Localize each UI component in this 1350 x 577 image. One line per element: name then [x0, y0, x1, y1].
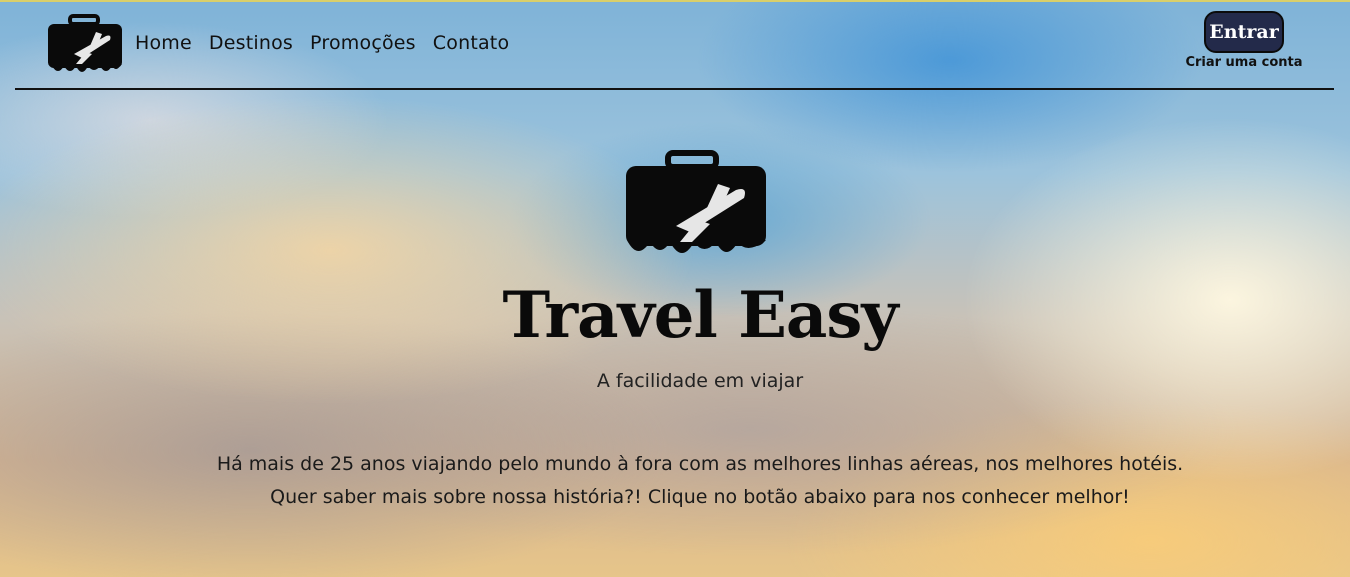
suitcase-airplane-icon	[624, 150, 770, 270]
nav-links: Home Destinos Promoções Contato	[135, 32, 509, 54]
navbar: Home Destinos Promoções Contato Entrar C…	[0, 0, 1350, 92]
login-button[interactable]: Entrar	[1204, 11, 1284, 53]
hero-description-line-2: Quer saber mais sobre nossa história?! C…	[270, 486, 1130, 508]
hero-subtitle: A facilidade em viajar	[596, 370, 804, 392]
signup-link[interactable]: Criar uma conta	[1170, 55, 1318, 70]
suitcase-airplane-icon[interactable]	[46, 14, 124, 80]
hero-description-line-1: Há mais de 25 anos viajando pelo mundo à…	[216, 453, 1184, 475]
hero-title: Travel Easy	[502, 278, 898, 353]
nav-divider	[15, 88, 1334, 90]
nav-link-home[interactable]: Home	[135, 32, 192, 54]
nav-link-promocoes[interactable]: Promoções	[310, 32, 416, 54]
hero-description: Há mais de 25 anos viajando pelo mundo à…	[0, 448, 1350, 514]
nav-link-destinos[interactable]: Destinos	[209, 32, 293, 54]
nav-link-contato[interactable]: Contato	[433, 32, 510, 54]
